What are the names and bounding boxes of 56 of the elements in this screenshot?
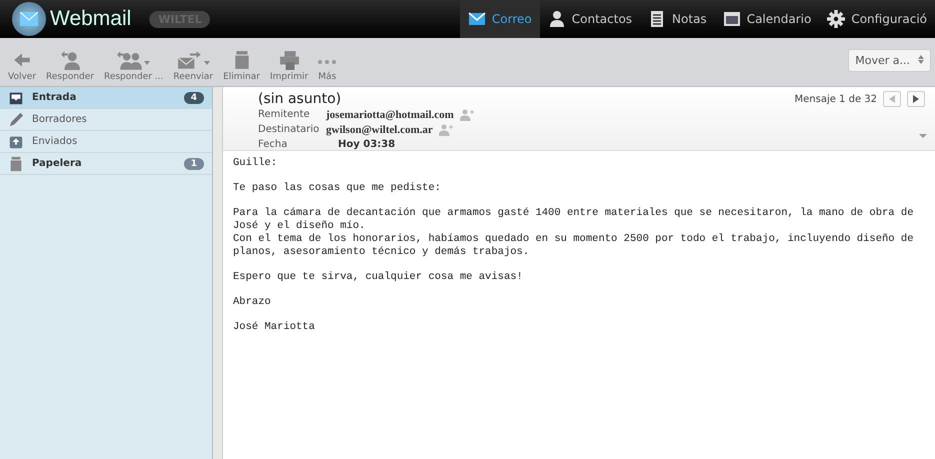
toolbar-button[interactable]: Responder [42,50,98,82]
outbox-icon [8,134,24,150]
left-triangle-icon [889,95,895,103]
reply-all-icon [117,50,144,70]
toolbar-button[interactable]: Responder ... [100,50,168,82]
message-position: Mensaje 1 de 32 [794,94,877,104]
add-contact-icon[interactable] [460,108,474,120]
toolbar-button[interactable]: Volver [4,50,40,82]
envelope-icon [468,10,486,28]
message-paragraph: Guille: [233,157,278,170]
nav-tab[interactable]: Configuració [819,0,935,38]
unread-count: 4 [184,92,204,104]
field-value: josemariotta@hotmail.com [326,108,454,120]
nav-tab[interactable]: Notas [640,0,715,38]
folder-item[interactable]: Enviados [0,131,212,153]
add-contact-icon[interactable] [438,124,453,136]
folder-item[interactable]: Borradores [0,109,212,131]
field-label: Remitente [258,109,311,120]
printer-icon [279,50,300,70]
logo-icon [12,2,46,36]
nav-tab[interactable]: Contactos [540,0,640,38]
more-icon [318,60,336,64]
unread-count: 1 [184,158,204,170]
field-value: Hoy 03:38 [338,139,396,150]
forward-icon [176,50,203,70]
field-label: Destinatario [258,124,320,135]
calendar-icon [722,10,741,28]
toolbar-button[interactable]: Más [314,60,340,82]
previous-button[interactable] [883,91,901,107]
trash-icon [8,156,24,172]
message-paragraph: Te paso las cosas que me pediste: [233,182,442,195]
move-select[interactable]: Mover a... [848,48,931,72]
reply-icon [60,50,80,70]
right-triangle-icon [913,95,919,103]
folder-item[interactable]: Papelera 1 [0,153,212,175]
toolbar-button[interactable]: Eliminar [219,50,264,82]
nav-tab[interactable]: Correo [460,0,540,38]
person-icon [548,10,566,28]
app-name: Webmail [50,7,132,31]
message-paragraph: Para la cámara de decantación que armamos gasté 1400 entre materiales que se necesitaron, la mano de obra de José y el diseño mío. Con el tema de los honorarios, habíamos quedado en su momento 2500 por todo el trabajo, incluyendo diseño de planos, asesoramiento técnico y demás trabajos. [233,207,915,259]
toolbar-button[interactable]: Imprimir [266,50,312,82]
message-paragraph: José Mariotta [233,321,316,334]
message-paragraph: Espero que te sirva, cualquier cosa me avisas! [233,271,524,284]
pencil-icon [8,112,24,128]
inbox-icon [8,90,24,106]
field-value: gwilson@wiltel.com.ar [326,124,433,136]
splitter[interactable] [213,87,223,459]
nav-tab[interactable]: Calendario [714,0,820,38]
updown-arrows-icon [918,54,924,64]
settings-icon [827,10,846,28]
message-subject: (sin asunto) [258,91,342,107]
message-paragraph: Abrazo [233,296,272,309]
toolbar-button[interactable]: Reenviar [169,50,218,82]
folder-item[interactable]: Entrada 4 [0,87,212,109]
field-label: Fecha [258,139,288,150]
next-button[interactable] [907,91,925,107]
